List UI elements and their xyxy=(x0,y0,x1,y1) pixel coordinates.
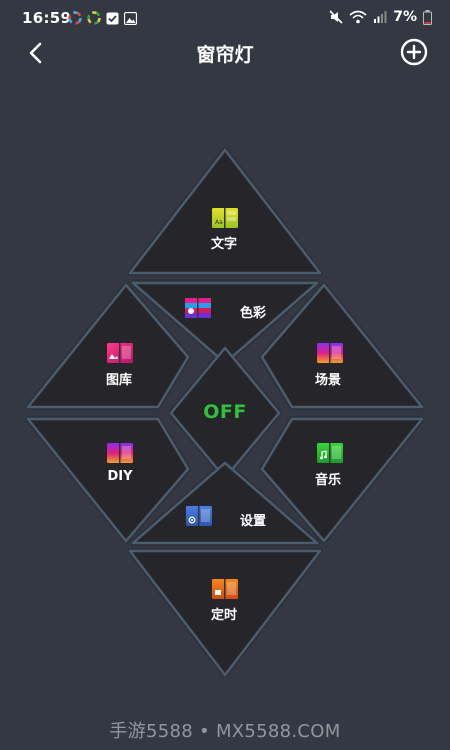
tile-label-settings: 设置 xyxy=(239,514,267,529)
gallery-mode-icon xyxy=(107,343,133,363)
tile-label-gallery: 图库 xyxy=(105,373,133,388)
tile-label-timer: 定时 xyxy=(210,608,238,623)
tile-label-scene: 场景 xyxy=(314,373,342,388)
power-toggle-label[interactable]: OFF xyxy=(203,401,247,423)
svg-text:Aa: Aa xyxy=(215,219,223,226)
watermark: 手游5588 • MX5588.COM xyxy=(109,721,341,742)
tile-label-diy: DIY xyxy=(107,469,133,484)
text-mode-icon: Aa xyxy=(212,208,238,228)
settings-mode-icon xyxy=(186,506,212,526)
timer-mode-icon xyxy=(212,579,238,599)
mode-diamond xyxy=(26,148,424,677)
tile-label-color: 色彩 xyxy=(239,306,267,321)
tile-label-music: 音乐 xyxy=(314,473,342,488)
color-mode-icon xyxy=(185,298,211,318)
music-mode-icon xyxy=(317,443,343,463)
tile-label-text: 文字 xyxy=(210,237,238,252)
diy-mode-icon xyxy=(107,443,133,463)
scene-mode-icon xyxy=(317,343,343,363)
